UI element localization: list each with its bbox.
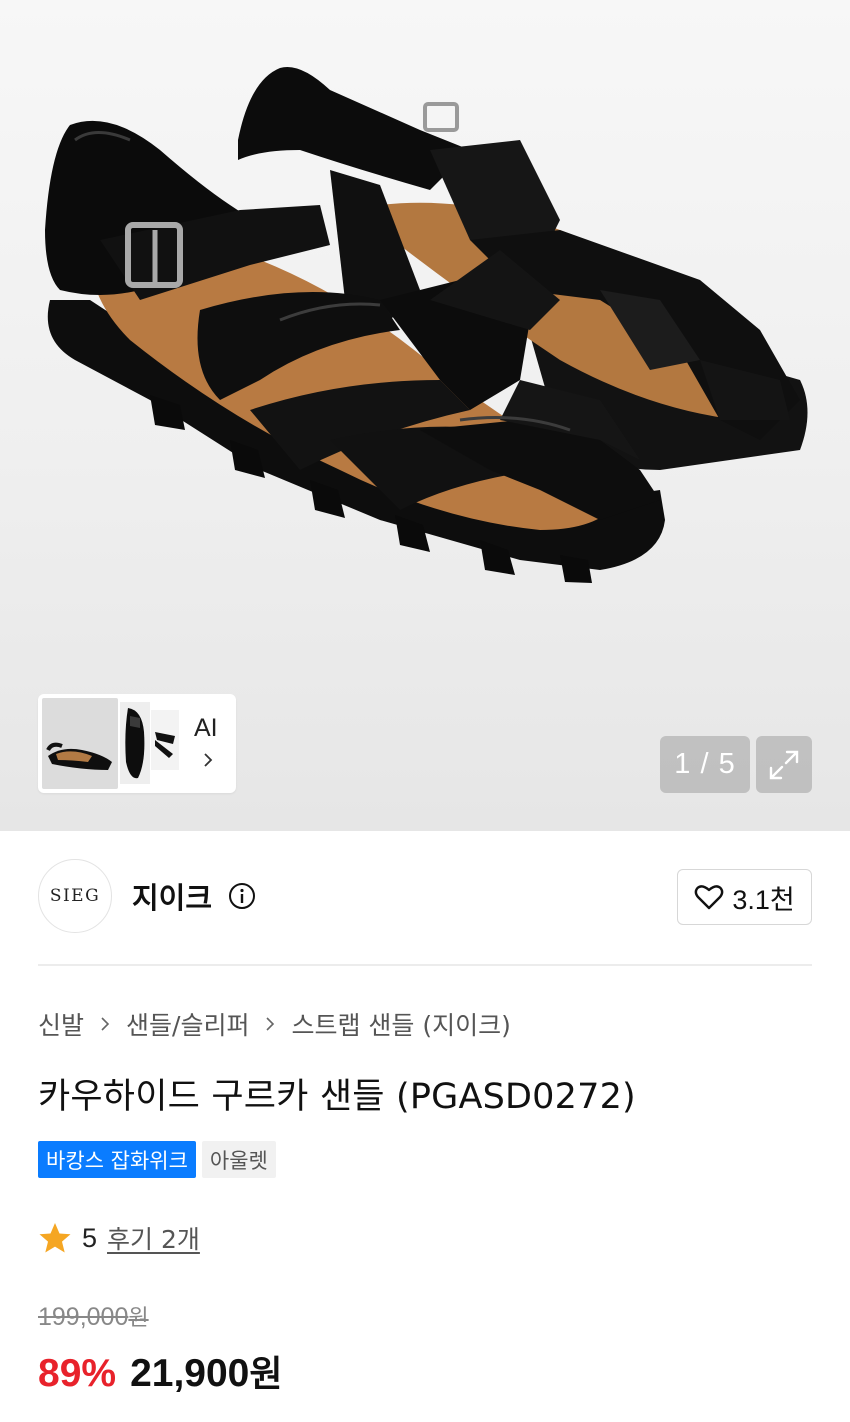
breadcrumb-item-strap-sandals[interactable]: 스트랩 샌들 (지이크) <box>291 1006 510 1042</box>
chevron-right-icon <box>101 1017 110 1031</box>
chevron-right-icon <box>266 1017 275 1031</box>
outlet-badge: 아울렛 <box>201 1141 276 1178</box>
image-counter: 1 / 5 <box>660 736 750 793</box>
promo-badge[interactable]: 바캉스 잡화위크 <box>38 1141 196 1178</box>
thumbnail-strip[interactable]: AI <box>38 694 236 793</box>
brand-logo[interactable]: SIEG <box>38 859 112 933</box>
chevron-right-icon[interactable] <box>200 752 216 768</box>
thumbnail-1-image <box>46 742 112 770</box>
original-price: 199,000원 <box>38 1300 149 1332</box>
rating-score: 5 <box>82 1222 98 1253</box>
thumbnail-2[interactable] <box>120 702 150 784</box>
divider <box>38 964 812 966</box>
rating: 5 후기 2개 <box>38 1218 200 1258</box>
thumbnail-3[interactable] <box>151 710 179 770</box>
price-row: 89% 21,900원 <box>38 1345 282 1397</box>
expand-icon <box>769 750 799 779</box>
product-title: 카우하이드 구르카 샌들 (PGASD0272) <box>38 1077 636 1117</box>
like-button[interactable]: 3.1천 <box>677 869 812 925</box>
original-price-currency: 원 <box>128 1306 149 1331</box>
discount-rate: 89% <box>38 1352 117 1395</box>
thumbnail-1[interactable] <box>42 698 118 789</box>
breadcrumb-item-sandals[interactable]: 샌들/슬리퍼 <box>126 1006 249 1042</box>
sale-price-currency: 원 <box>249 1354 283 1395</box>
original-price-value: 199,000 <box>38 1303 129 1331</box>
thumbnail-3-image <box>155 732 175 758</box>
info-icon[interactable] <box>228 882 256 910</box>
brand-name[interactable]: 지이크 <box>132 875 212 917</box>
star-icon <box>39 1223 71 1253</box>
review-count-link[interactable]: 후기 2개 <box>107 1220 200 1256</box>
ai-label[interactable]: AI <box>194 714 218 743</box>
breadcrumb: 신발 샌들/슬리퍼 스트랩 샌들 (지이크) <box>38 1006 511 1042</box>
badge-row: 바캉스 잡화위크 아울렛 <box>38 1141 276 1178</box>
heart-icon <box>694 885 724 910</box>
breadcrumb-item-shoes[interactable]: 신발 <box>38 1006 84 1042</box>
sale-price-value: 21,900 <box>130 1352 250 1395</box>
thumbnail-2-image <box>125 708 145 779</box>
sale-price: 21,900원 <box>130 1345 282 1397</box>
expand-button[interactable] <box>756 736 812 793</box>
product-image-gallery[interactable]: AI 1 / 5 <box>0 0 850 831</box>
like-count: 3.1천 <box>732 884 795 915</box>
